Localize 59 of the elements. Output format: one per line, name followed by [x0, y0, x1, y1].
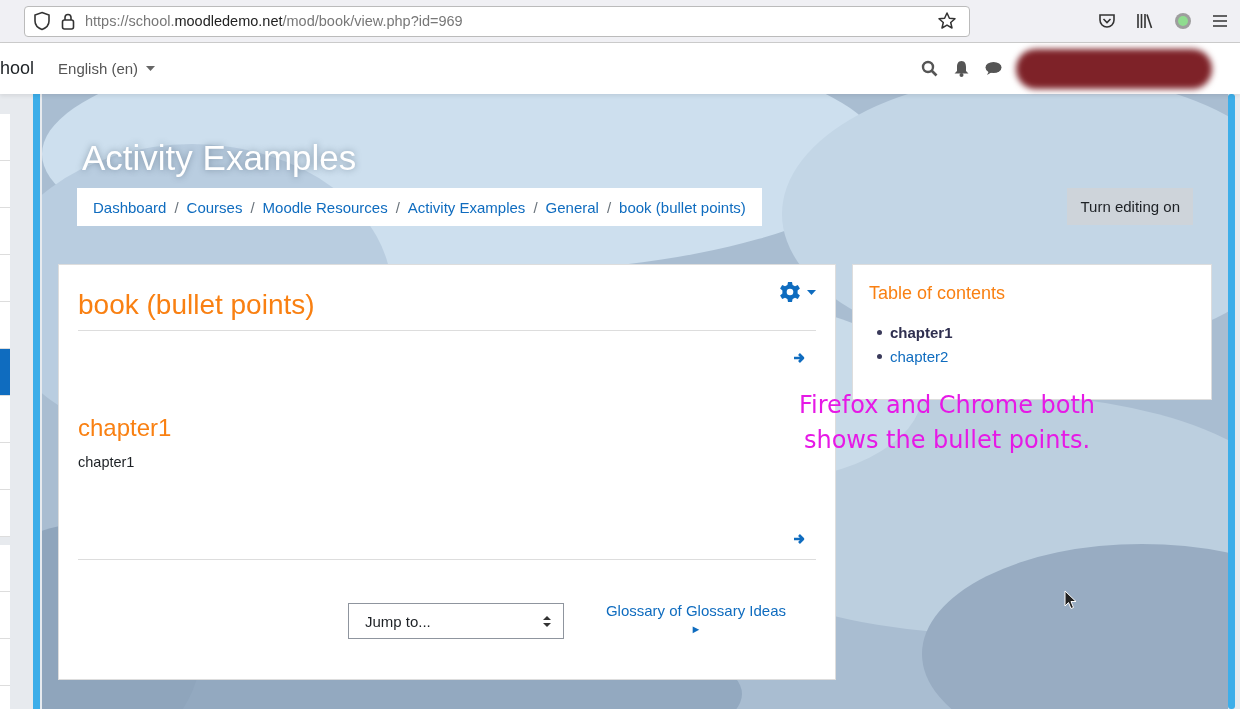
shield-icon	[33, 11, 51, 31]
address-bar[interactable]: https://school.moodledemo.net/mod/book/view.php?id=969	[24, 5, 970, 37]
annotation-text: Firefox and Chrome both shows the bullet points.	[797, 390, 1097, 456]
sidebar-item[interactable]	[0, 161, 10, 208]
next-arrow-icon[interactable]	[793, 533, 805, 545]
pocket-icon[interactable]	[1098, 12, 1116, 30]
sidebar-item[interactable]	[0, 302, 10, 349]
caret-icon	[146, 66, 156, 71]
library-icon[interactable]	[1136, 12, 1154, 30]
sidebar-item[interactable]	[0, 208, 10, 255]
sidebar-item[interactable]	[0, 639, 10, 686]
menu-icon[interactable]	[1212, 14, 1228, 28]
toc-title: Table of contents	[869, 283, 1007, 304]
language-menu[interactable]: English (en)	[58, 60, 156, 77]
bullet-icon	[877, 353, 882, 359]
book-title: book (bullet points)	[78, 289, 315, 321]
sidebar-item[interactable]	[0, 443, 10, 490]
sidebar-item[interactable]	[0, 545, 10, 592]
url-text: https://school.moodledemo.net/mod/book/view.php?id=969	[85, 13, 463, 29]
settings-menu-button[interactable]	[779, 281, 816, 303]
breadcrumb-separator: /	[533, 198, 538, 216]
jump-to-select[interactable]: Jump to...	[347, 603, 564, 639]
next-arrow-icon[interactable]	[793, 352, 805, 364]
breadcrumb-separator: /	[606, 198, 612, 216]
breadcrumb-link[interactable]: General	[545, 198, 599, 216]
extension-icon[interactable]	[1174, 12, 1192, 30]
breadcrumb-separator: /	[395, 198, 400, 216]
breadcrumb-link[interactable]: Courses	[186, 198, 243, 216]
sidebar-item[interactable]	[0, 396, 10, 443]
search-icon[interactable]	[921, 60, 938, 77]
chapter-text: chapter1	[78, 454, 136, 470]
bullet-icon	[877, 329, 882, 335]
site-name[interactable]: hool	[0, 58, 35, 79]
sidebar-item[interactable]	[0, 349, 10, 396]
bell-icon[interactable]	[954, 60, 969, 77]
caret-icon	[807, 289, 816, 295]
settings-icon	[779, 281, 801, 303]
current-chapter[interactable]: chapter1	[890, 323, 953, 341]
chapter-link[interactable]: chapter2	[890, 347, 949, 365]
lock-icon	[61, 12, 75, 30]
breadcrumb-link[interactable]: Moodle Resources	[262, 198, 388, 216]
breadcrumb-link[interactable]: Activity Examples	[407, 198, 526, 216]
star-icon[interactable]	[937, 11, 957, 31]
sidebar-item[interactable]	[0, 255, 10, 302]
chat-icon[interactable]	[985, 61, 1002, 76]
sidebar-item[interactable]	[0, 114, 10, 161]
breadcrumb-link[interactable]: book (bullet points)	[619, 198, 746, 216]
sort-arrows-icon	[542, 615, 551, 627]
edit-button[interactable]: Turn editing on	[1067, 188, 1193, 225]
breadcrumb-separator: /	[174, 198, 179, 216]
play-arrow-icon[interactable]: ►	[690, 623, 702, 635]
breadcrumb-link[interactable]: Dashboard	[93, 198, 167, 216]
sidebar-item[interactable]	[0, 592, 10, 639]
sidebar-item[interactable]	[0, 490, 10, 537]
next-activity-link[interactable]: Glossary of Glossary Ideas	[605, 602, 786, 619]
page-title: Activity Examples	[82, 138, 358, 178]
breadcrumb-separator: /	[250, 198, 255, 216]
cursor-icon	[1064, 590, 1077, 610]
scrollbar[interactable]	[1228, 94, 1235, 709]
